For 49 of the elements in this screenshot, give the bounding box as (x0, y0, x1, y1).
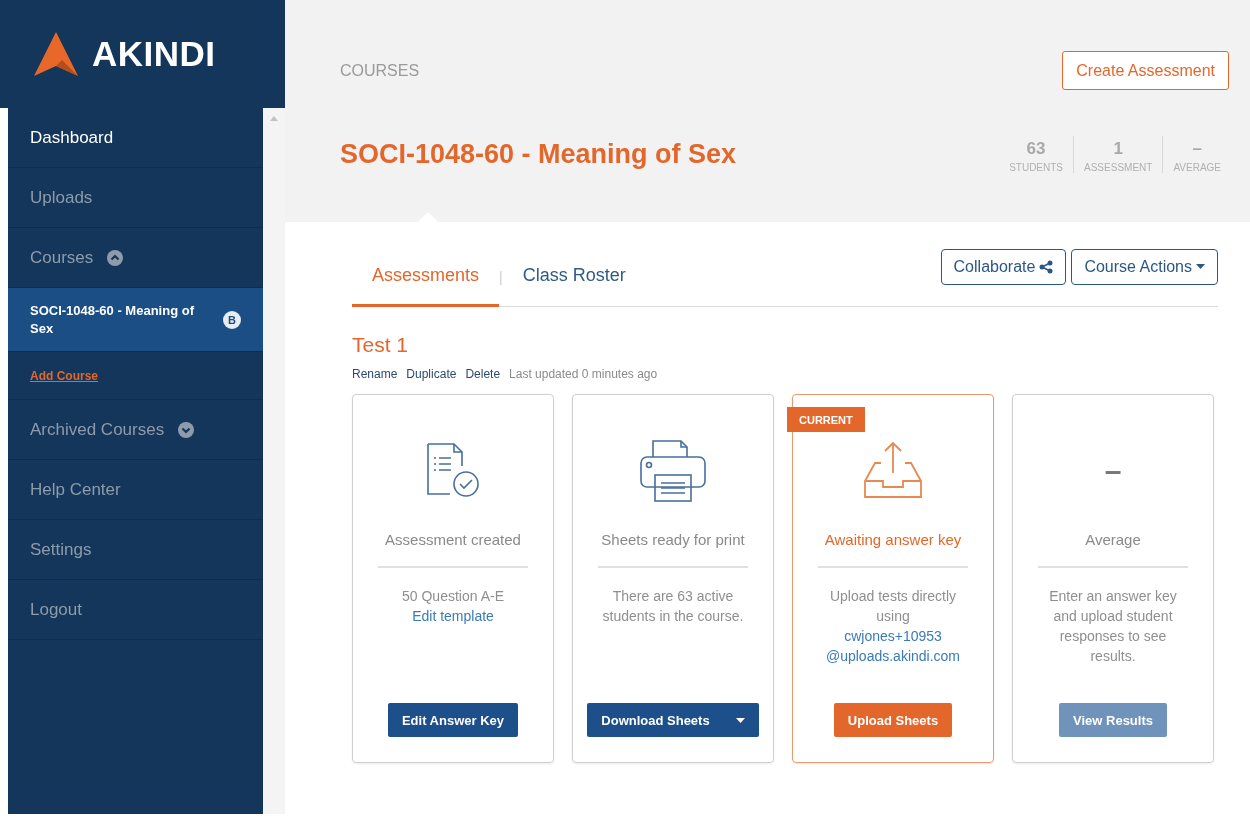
role-badge: B (223, 310, 241, 329)
tab[interactable]: Class Roster (502, 247, 646, 307)
card-text: Upload tests directly using (828, 587, 958, 626)
card-title: Average (1085, 531, 1141, 550)
card-link[interactable]: Edit template (378, 606, 528, 626)
document-check-icon (424, 442, 482, 500)
chevron-down-icon[interactable] (178, 421, 195, 438)
upload-tray-icon (863, 441, 923, 501)
current-badge: CURRENT (787, 407, 865, 432)
share-icon (1039, 259, 1054, 274)
tab[interactable]: Assessments (352, 247, 500, 307)
stat-value: 63 (1026, 138, 1046, 160)
card-text: There are 63 active students in the course. (601, 587, 745, 626)
caret-icon (1196, 264, 1205, 269)
card-link[interactable]: cwjones+10953 @uploads.akindi.com (818, 626, 968, 666)
card-title: Sheets ready for print (601, 531, 745, 550)
card-action-button[interactable]: Download Sheets (587, 703, 759, 737)
card-action-button[interactable]: Edit Answer Key (387, 703, 519, 737)
last-updated-text: Last updated 0 minutes ago (509, 367, 658, 381)
printer-icon (639, 439, 707, 503)
collaborate-button[interactable]: Collaborate (940, 248, 1067, 285)
assessment-title: Test 1 (352, 333, 410, 357)
create-assessment-button[interactable]: Create Assessment (1062, 51, 1229, 90)
card-action-button[interactable]: Upload Sheets (833, 703, 953, 737)
logo-icon (32, 30, 80, 78)
nav-label[interactable]: Courses (30, 247, 94, 268)
tab-separator: | (499, 268, 503, 285)
assessment-action-link[interactable]: Rename (352, 367, 398, 381)
assessment-action-link[interactable]: Delete (465, 367, 501, 381)
course-actions-button[interactable]: Course Actions (1071, 248, 1218, 285)
course-label[interactable]: SOCI-1048-60 - Meaning of Sex (30, 301, 205, 338)
brand-name: AKINDI (92, 34, 216, 74)
average-value: – (1104, 454, 1122, 488)
breadcrumb[interactable]: COURSES (340, 61, 420, 80)
card-title: Assessment created (385, 531, 521, 550)
card-text: 50 Question A-E (401, 587, 505, 606)
course-title: SOCI-1048-60 - Meaning of Sex (340, 139, 737, 170)
nav-label[interactable]: Archived Courses (30, 419, 165, 440)
stat-label: STUDENTS (1009, 162, 1064, 173)
chevron-up-icon[interactable] (107, 249, 124, 266)
stat-label: ASSESSMENT (1084, 162, 1153, 173)
assessment-action-link[interactable]: Duplicate (406, 367, 457, 381)
stat-value: 1 (1113, 138, 1123, 160)
caret-icon[interactable] (735, 717, 745, 723)
course-item[interactable]: SOCI-1048-60 - Meaning of Sex B (8, 288, 263, 352)
card-title: Awaiting answer key (824, 531, 962, 550)
stat-value: – (1192, 138, 1202, 160)
stat-label: AVERAGE (1173, 162, 1221, 173)
card-text: Enter an answer key and upload student responses to see results. (1048, 587, 1178, 666)
